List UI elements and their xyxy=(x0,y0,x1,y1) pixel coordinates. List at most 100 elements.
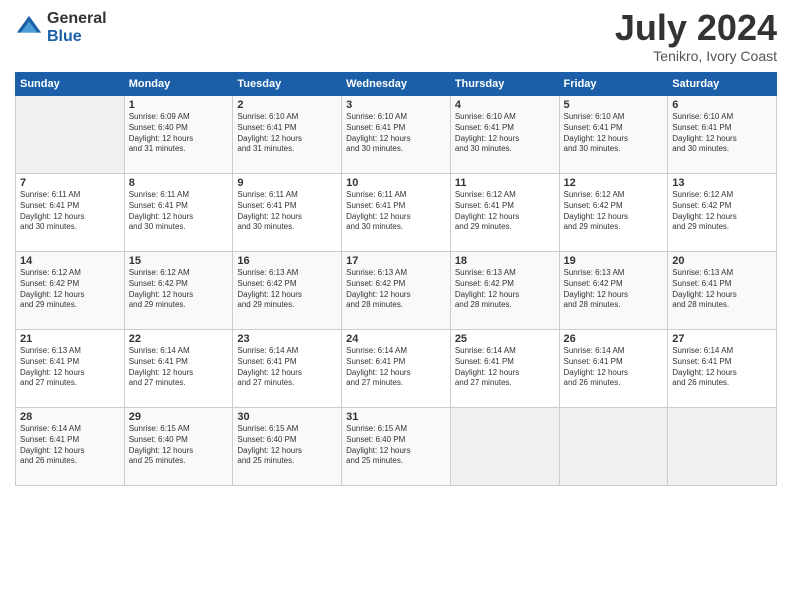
day-info-13: Sunrise: 6:12 AM Sunset: 6:42 PM Dayligh… xyxy=(672,190,772,233)
day-number-3: 3 xyxy=(346,99,446,111)
cell-w0-d4: 4Sunrise: 6:10 AM Sunset: 6:41 PM Daylig… xyxy=(450,96,559,174)
col-tuesday: Tuesday xyxy=(233,73,342,96)
title-block: July 2024 Tenikro, Ivory Coast xyxy=(615,10,777,64)
day-number-26: 26 xyxy=(564,333,664,345)
day-number-15: 15 xyxy=(129,255,229,267)
week-row-2: 14 Sunrise: 6:12 AM Sunset: 6:42 PM Dayli… xyxy=(16,252,777,330)
header: General Blue July 2024 Tenikro, Ivory Co… xyxy=(15,10,777,64)
day-number-12: 12 xyxy=(564,177,664,189)
day-number-14: 14 xyxy=(20,255,120,267)
day-info-7: Sunrise: 6:11 AM Sunset: 6:41 PM Dayligh… xyxy=(20,190,120,233)
day-info-11: Sunrise: 6:12 AM Sunset: 6:41 PM Dayligh… xyxy=(455,190,555,233)
cell-w2-d4: 18Sunrise: 6:13 AM Sunset: 6:42 PM Dayli… xyxy=(450,252,559,330)
day-info-12: Sunrise: 6:12 AM Sunset: 6:42 PM Dayligh… xyxy=(564,190,664,233)
day-info-4: Sunrise: 6:10 AM Sunset: 6:41 PM Dayligh… xyxy=(455,112,555,155)
logo: General Blue xyxy=(15,10,107,45)
cell-w3-d0: 21Sunrise: 6:13 AM Sunset: 6:41 PM Dayli… xyxy=(16,330,125,408)
page: General Blue July 2024 Tenikro, Ivory Co… xyxy=(0,0,792,612)
logo-icon xyxy=(15,14,43,42)
cell-w4-d1: 29Sunrise: 6:15 AM Sunset: 6:40 PM Dayli… xyxy=(124,408,233,486)
day-number-29: 29 xyxy=(129,411,229,423)
day-number-10: 10 xyxy=(346,177,446,189)
day-number-11: 11 xyxy=(455,177,555,189)
cell-w1-d0: 7Sunrise: 6:11 AM Sunset: 6:41 PM Daylig… xyxy=(16,174,125,252)
day-number-5: 5 xyxy=(564,99,664,111)
day-info-1: Sunrise: 6:09 AM Sunset: 6:40 PM Dayligh… xyxy=(129,112,229,155)
cell-w1-d4: 11Sunrise: 6:12 AM Sunset: 6:41 PM Dayli… xyxy=(450,174,559,252)
day-number-6: 6 xyxy=(672,99,772,111)
day-info-10: Sunrise: 6:11 AM Sunset: 6:41 PM Dayligh… xyxy=(346,190,446,233)
day-info-20: Sunrise: 6:13 AM Sunset: 6:41 PM Dayligh… xyxy=(672,268,772,311)
day-number-22: 22 xyxy=(129,333,229,345)
cell-w3-d3: 24Sunrise: 6:14 AM Sunset: 6:41 PM Dayli… xyxy=(342,330,451,408)
cell-w0-d1: 1Sunrise: 6:09 AM Sunset: 6:40 PM Daylig… xyxy=(124,96,233,174)
day-info-8: Sunrise: 6:11 AM Sunset: 6:41 PM Dayligh… xyxy=(129,190,229,233)
cell-w2-d0: 14Sunrise: 6:12 AM Sunset: 6:42 PM Dayli… xyxy=(16,252,125,330)
calendar-header-row: Sunday Monday Tuesday Wednesday Thursday… xyxy=(16,73,777,96)
cell-w1-d5: 12Sunrise: 6:12 AM Sunset: 6:42 PM Dayli… xyxy=(559,174,668,252)
col-sunday: Sunday xyxy=(16,73,125,96)
day-info-15: Sunrise: 6:12 AM Sunset: 6:42 PM Dayligh… xyxy=(129,268,229,311)
day-info-29: Sunrise: 6:15 AM Sunset: 6:40 PM Dayligh… xyxy=(129,424,229,467)
cell-w3-d6: 27Sunrise: 6:14 AM Sunset: 6:41 PM Dayli… xyxy=(668,330,777,408)
cell-w2-d3: 17Sunrise: 6:13 AM Sunset: 6:42 PM Dayli… xyxy=(342,252,451,330)
day-info-22: Sunrise: 6:14 AM Sunset: 6:41 PM Dayligh… xyxy=(129,346,229,389)
day-info-9: Sunrise: 6:11 AM Sunset: 6:41 PM Dayligh… xyxy=(237,190,337,233)
day-number-30: 30 xyxy=(237,411,337,423)
cell-w0-d2: 2Sunrise: 6:10 AM Sunset: 6:41 PM Daylig… xyxy=(233,96,342,174)
day-number-23: 23 xyxy=(237,333,337,345)
day-info-30: Sunrise: 6:15 AM Sunset: 6:40 PM Dayligh… xyxy=(237,424,337,467)
day-info-25: Sunrise: 6:14 AM Sunset: 6:41 PM Dayligh… xyxy=(455,346,555,389)
day-info-23: Sunrise: 6:14 AM Sunset: 6:41 PM Dayligh… xyxy=(237,346,337,389)
day-number-19: 19 xyxy=(564,255,664,267)
day-info-21: Sunrise: 6:13 AM Sunset: 6:41 PM Dayligh… xyxy=(20,346,120,389)
day-number-28: 28 xyxy=(20,411,120,423)
cell-w3-d2: 23Sunrise: 6:14 AM Sunset: 6:41 PM Dayli… xyxy=(233,330,342,408)
day-info-17: Sunrise: 6:13 AM Sunset: 6:42 PM Dayligh… xyxy=(346,268,446,311)
day-number-20: 20 xyxy=(672,255,772,267)
cell-w4-d4 xyxy=(450,408,559,486)
cell-w2-d1: 15Sunrise: 6:12 AM Sunset: 6:42 PM Dayli… xyxy=(124,252,233,330)
day-number-24: 24 xyxy=(346,333,446,345)
day-number-16: 16 xyxy=(237,255,337,267)
calendar-table: Sunday Monday Tuesday Wednesday Thursday… xyxy=(15,72,777,486)
col-wednesday: Wednesday xyxy=(342,73,451,96)
day-info-26: Sunrise: 6:14 AM Sunset: 6:41 PM Dayligh… xyxy=(564,346,664,389)
cell-w4-d5 xyxy=(559,408,668,486)
cell-w4-d6 xyxy=(668,408,777,486)
day-info-24: Sunrise: 6:14 AM Sunset: 6:41 PM Dayligh… xyxy=(346,346,446,389)
cell-w1-d3: 10Sunrise: 6:11 AM Sunset: 6:41 PM Dayli… xyxy=(342,174,451,252)
week-row-0: 1Sunrise: 6:09 AM Sunset: 6:40 PM Daylig… xyxy=(16,96,777,174)
cell-w0-d0 xyxy=(16,96,125,174)
day-info-5: Sunrise: 6:10 AM Sunset: 6:41 PM Dayligh… xyxy=(564,112,664,155)
day-number-8: 8 xyxy=(129,177,229,189)
day-info-28: Sunrise: 6:14 AM Sunset: 6:41 PM Dayligh… xyxy=(20,424,120,467)
day-number-7: 7 xyxy=(20,177,120,189)
day-info-6: Sunrise: 6:10 AM Sunset: 6:41 PM Dayligh… xyxy=(672,112,772,155)
day-number-2: 2 xyxy=(237,99,337,111)
cell-w0-d5: 5Sunrise: 6:10 AM Sunset: 6:41 PM Daylig… xyxy=(559,96,668,174)
cell-w1-d1: 8Sunrise: 6:11 AM Sunset: 6:41 PM Daylig… xyxy=(124,174,233,252)
week-row-3: 21Sunrise: 6:13 AM Sunset: 6:41 PM Dayli… xyxy=(16,330,777,408)
day-number-17: 17 xyxy=(346,255,446,267)
col-saturday: Saturday xyxy=(668,73,777,96)
cell-w2-d2: 16Sunrise: 6:13 AM Sunset: 6:42 PM Dayli… xyxy=(233,252,342,330)
cell-w4-d0: 28Sunrise: 6:14 AM Sunset: 6:41 PM Dayli… xyxy=(16,408,125,486)
day-info-31: Sunrise: 6:15 AM Sunset: 6:40 PM Dayligh… xyxy=(346,424,446,467)
day-info-2: Sunrise: 6:10 AM Sunset: 6:41 PM Dayligh… xyxy=(237,112,337,155)
logo-text: General Blue xyxy=(47,10,107,45)
day-number-27: 27 xyxy=(672,333,772,345)
cell-w4-d2: 30Sunrise: 6:15 AM Sunset: 6:40 PM Dayli… xyxy=(233,408,342,486)
day-number-25: 25 xyxy=(455,333,555,345)
col-monday: Monday xyxy=(124,73,233,96)
cell-w0-d6: 6Sunrise: 6:10 AM Sunset: 6:41 PM Daylig… xyxy=(668,96,777,174)
cell-w1-d6: 13Sunrise: 6:12 AM Sunset: 6:42 PM Dayli… xyxy=(668,174,777,252)
day-number-4: 4 xyxy=(455,99,555,111)
week-row-4: 28Sunrise: 6:14 AM Sunset: 6:41 PM Dayli… xyxy=(16,408,777,486)
location-subtitle: Tenikro, Ivory Coast xyxy=(615,48,777,64)
cell-w2-d5: 19Sunrise: 6:13 AM Sunset: 6:42 PM Dayli… xyxy=(559,252,668,330)
day-number-13: 13 xyxy=(672,177,772,189)
day-info-3: Sunrise: 6:10 AM Sunset: 6:41 PM Dayligh… xyxy=(346,112,446,155)
cell-w3-d1: 22Sunrise: 6:14 AM Sunset: 6:41 PM Dayli… xyxy=(124,330,233,408)
logo-blue: Blue xyxy=(47,28,107,46)
